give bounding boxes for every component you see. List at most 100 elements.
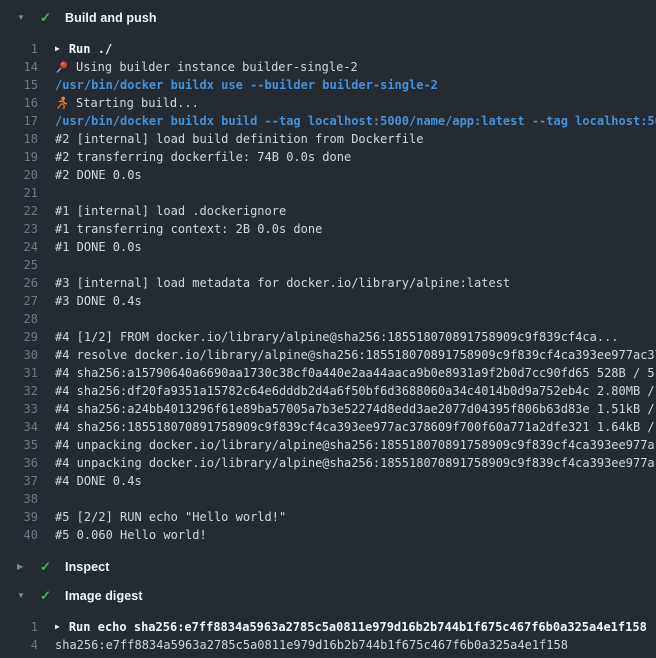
line-number[interactable]: 16 — [0, 94, 38, 112]
log-line: 20 #2 DONE 0.0s — [0, 166, 656, 184]
line-text: #1 [internal] load .dockerignore — [55, 202, 286, 220]
line-number[interactable]: 36 — [0, 454, 38, 472]
log-text: #4 sha256:a24bb4013296f61e89ba57005a7b3e… — [55, 400, 655, 418]
line-text: Using builder instance builder-single-2 — [55, 58, 358, 76]
chevron-down-icon[interactable]: ▼ — [17, 592, 27, 600]
log-text: #4 sha256:185518070891758909c9f839cf4ca3… — [55, 418, 655, 436]
log-text: /usr/bin/docker buildx use --builder bui… — [55, 76, 438, 94]
expand-arrow-icon[interactable]: ▶ — [55, 45, 60, 53]
line-text: #1 DONE 0.0s — [55, 238, 142, 256]
line-number[interactable]: 34 — [0, 418, 38, 436]
line-text: #3 DONE 0.4s — [55, 292, 142, 310]
log-text: /usr/bin/docker buildx build --tag local… — [55, 112, 656, 130]
line-number[interactable]: 33 — [0, 400, 38, 418]
section-title: Image digest — [65, 589, 143, 603]
line-number[interactable]: 22 — [0, 202, 38, 220]
line-number[interactable]: 37 — [0, 472, 38, 490]
log-line: 26 #3 [internal] load metadata for docker… — [0, 274, 656, 292]
line-number[interactable]: 19 — [0, 148, 38, 166]
log-text: #5 0.060 Hello world! — [55, 526, 207, 544]
log-line: 31 #4 sha256:a15790640a6690aa1730c38cf0a4… — [0, 364, 656, 382]
log-line: 29 #4 [1/2] FROM docker.io/library/alpine… — [0, 328, 656, 346]
line-number[interactable]: 14 — [0, 58, 38, 76]
line-number[interactable]: 21 — [0, 184, 38, 202]
section-header-inspect[interactable]: ▶✓Inspect — [0, 552, 656, 581]
line-text: #3 [internal] load metadata for docker.i… — [55, 274, 510, 292]
line-text: #4 unpacking docker.io/library/alpine@sh… — [55, 436, 655, 454]
success-check-icon: ✓ — [40, 11, 54, 24]
line-text: #2 [internal] load build definition from… — [55, 130, 423, 148]
log-text: #5 [2/2] RUN echo "Hello world!" — [55, 508, 286, 526]
line-text: #5 0.060 Hello world! — [55, 526, 207, 544]
line-number[interactable]: 17 — [0, 112, 38, 130]
log-text: Starting build... — [76, 94, 199, 112]
line-number[interactable]: 26 — [0, 274, 38, 292]
log-line: 36#4 unpacking docker.io/library/alpine@… — [0, 454, 656, 472]
log-text: #1 DONE 0.0s — [55, 238, 142, 256]
line-text: #2 DONE 0.0s — [55, 166, 142, 184]
line-text: ▶Run echo sha256:e7ff8834a5963a2785c5a08… — [55, 618, 647, 636]
line-number[interactable]: 18 — [0, 130, 38, 148]
log-text: #4 sha256:df20fa9351a15782c64e6dddb2d4a6… — [55, 382, 655, 400]
line-number[interactable]: 40 — [0, 526, 38, 544]
line-number[interactable]: 15 — [0, 76, 38, 94]
runner-icon — [55, 96, 69, 110]
log-line: 32 #4 sha256:df20fa9351a15782c64e6dddb2d4… — [0, 382, 656, 400]
section-title: Inspect — [65, 560, 109, 574]
log-line: 37 #4 DONE 0.4s — [0, 472, 656, 490]
log-text: #2 [internal] load build definition from… — [55, 130, 423, 148]
line-number[interactable]: 23 — [0, 220, 38, 238]
expand-arrow-icon[interactable]: ▶ — [55, 623, 60, 631]
line-number[interactable]: 30 — [0, 346, 38, 364]
line-text: #2 transferring dockerfile: 74B 0.0s don… — [55, 148, 351, 166]
log-text: #4 [1/2] FROM docker.io/library/alpine@s… — [55, 328, 619, 346]
log-text: Run ./ — [69, 40, 112, 58]
line-text: sha256:e7ff8834a5963a2785c5a0811e979d16b… — [55, 636, 568, 654]
line-text: /usr/bin/docker buildx use --builder bui… — [55, 76, 438, 94]
line-text: ▶ Run ./ — [55, 40, 112, 58]
log-text: #1 [internal] load .dockerignore — [55, 202, 286, 220]
log-text: #4 DONE 0.4s — [55, 472, 142, 490]
line-number[interactable]: 4 — [0, 636, 38, 654]
line-number[interactable]: 24 — [0, 238, 38, 256]
line-number[interactable]: 1 — [0, 618, 38, 636]
log-line: 40 #5 0.060 Hello world! — [0, 526, 656, 544]
line-number[interactable]: 27 — [0, 292, 38, 310]
section-header-image-digest[interactable]: ▼✓Image digest — [0, 581, 656, 610]
line-text: #4 sha256:df20fa9351a15782c64e6dddb2d4a6… — [55, 382, 655, 400]
line-number[interactable]: 39 — [0, 508, 38, 526]
line-number[interactable]: 1 — [0, 40, 38, 58]
log-line: 38 — [0, 490, 656, 508]
log-line: 14 Using builder instance builder-single-… — [0, 58, 656, 76]
log-text: #4 resolve docker.io/library/alpine@sha2… — [55, 346, 656, 364]
log-text: #4 sha256:a15790640a6690aa1730c38cf0a440… — [55, 364, 655, 382]
line-number[interactable]: 29 — [0, 328, 38, 346]
chevron-down-icon[interactable]: ▼ — [17, 14, 27, 22]
log-line: 30 #4 resolve docker.io/library/alpine@sh… — [0, 346, 656, 364]
log-line: 33 #4 sha256:a24bb4013296f61e89ba57005a7b… — [0, 400, 656, 418]
line-number[interactable]: 20 — [0, 166, 38, 184]
log-line: 16 Starting build... — [0, 94, 656, 112]
chevron-right-icon[interactable]: ▶ — [17, 563, 27, 571]
line-number[interactable]: 32 — [0, 382, 38, 400]
line-number[interactable]: 35 — [0, 436, 38, 454]
log-line: 23#1 transferring context: 2B 0.0s done — [0, 220, 656, 238]
line-number[interactable]: 38 — [0, 490, 38, 508]
line-text: #4 sha256:a15790640a6690aa1730c38cf0a440… — [55, 364, 655, 382]
line-text: #4 resolve docker.io/library/alpine@sha2… — [55, 346, 656, 364]
section-header-build-and-push[interactable]: ▼ ✓ Build and push — [0, 3, 656, 32]
log-line: 18 #2 [internal] load build definition fr… — [0, 130, 656, 148]
log-text: sha256:e7ff8834a5963a2785c5a0811e979d16b… — [55, 636, 568, 654]
log-section-inspect: ▶✓Inspect — [0, 552, 656, 581]
log-line: 35 #4 unpacking docker.io/library/alpine@… — [0, 436, 656, 454]
log-line: 1 ▶Run echo sha256:e7ff8834a5963a2785c5a0… — [0, 618, 656, 636]
line-number[interactable]: 25 — [0, 256, 38, 274]
log-text: #3 DONE 0.4s — [55, 292, 142, 310]
line-number[interactable]: 28 — [0, 310, 38, 328]
log-line: 21 — [0, 184, 656, 202]
line-text: /usr/bin/docker buildx build --tag local… — [55, 112, 656, 130]
pushpin-icon — [55, 60, 69, 74]
line-text: #4 sha256:a24bb4013296f61e89ba57005a7b3e… — [55, 400, 655, 418]
line-number[interactable]: 31 — [0, 364, 38, 382]
section-title: Build and push — [65, 11, 157, 25]
